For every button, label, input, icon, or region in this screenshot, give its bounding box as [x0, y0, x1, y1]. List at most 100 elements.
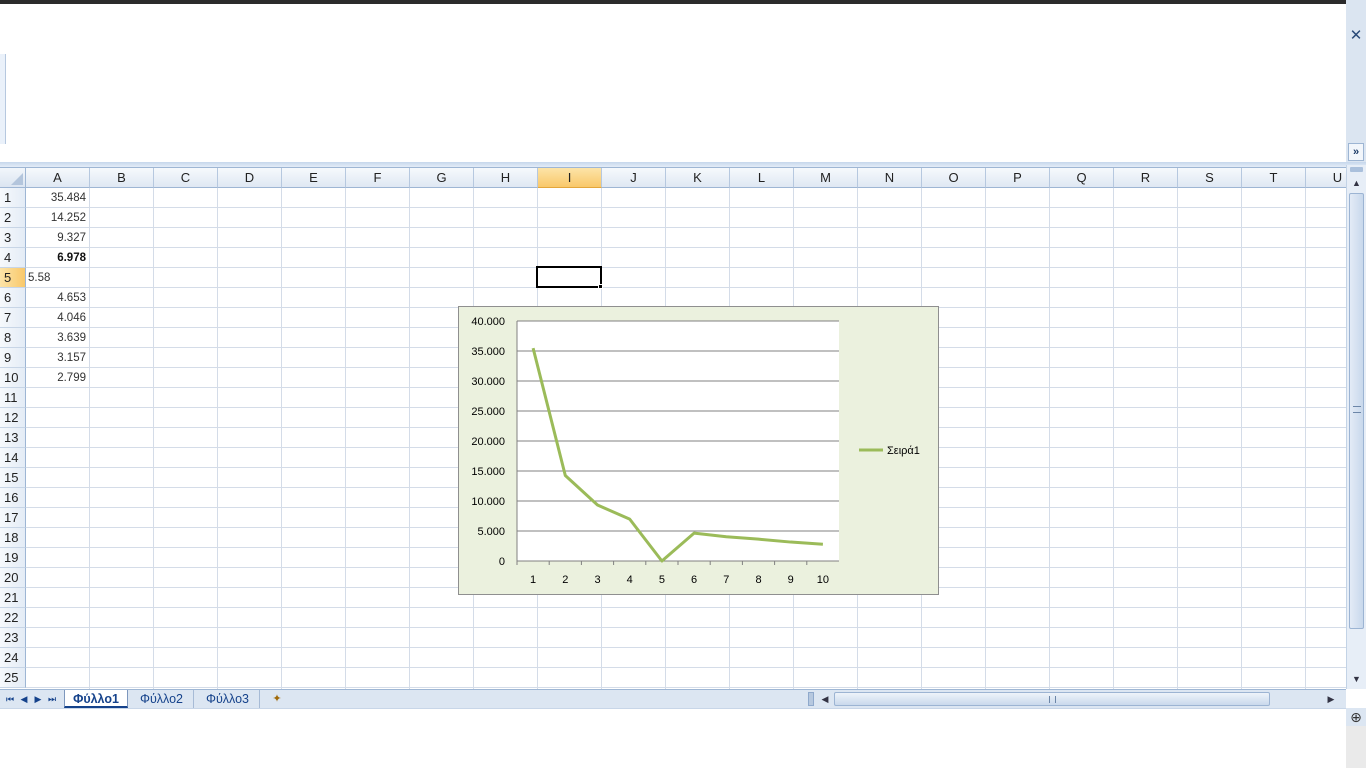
- column-header-T[interactable]: T: [1242, 168, 1306, 188]
- column-header-A[interactable]: A: [26, 168, 90, 188]
- column-header-G[interactable]: G: [410, 168, 474, 188]
- gridline-horizontal: [26, 607, 1346, 608]
- column-header-J[interactable]: J: [602, 168, 666, 188]
- cell-A10[interactable]: 2.799: [26, 368, 89, 388]
- line-chart[interactable]: 0 5.000 10.000 15.000 20.000 25.000 30.000 35.0…: [458, 306, 939, 595]
- gridline-horizontal: [26, 267, 1346, 268]
- row-header-1[interactable]: 1: [0, 188, 26, 208]
- gridline-vertical: [409, 188, 410, 689]
- row-header-11[interactable]: 11: [0, 388, 26, 408]
- gridline-vertical: [1305, 188, 1306, 689]
- gridline-vertical: [153, 188, 154, 689]
- row-header-24[interactable]: 24: [0, 648, 26, 668]
- row-header-9[interactable]: 9: [0, 348, 26, 368]
- horizontal-scroll-thumb[interactable]: [834, 692, 1270, 706]
- scroll-left-button[interactable]: ◀: [818, 691, 832, 707]
- row-header-2[interactable]: 2: [0, 208, 26, 228]
- row-header-3[interactable]: 3: [0, 228, 26, 248]
- cell-A9[interactable]: 3.157: [26, 348, 89, 368]
- column-header-C[interactable]: C: [154, 168, 218, 188]
- x-tick-label: 6: [691, 574, 697, 586]
- row-header-15[interactable]: 15: [0, 468, 26, 488]
- row-header-17[interactable]: 17: [0, 508, 26, 528]
- row-header-7[interactable]: 7: [0, 308, 26, 328]
- row-header-14[interactable]: 14: [0, 448, 26, 468]
- active-cell-I5[interactable]: [536, 266, 602, 288]
- row-header-16[interactable]: 16: [0, 488, 26, 508]
- column-header-K[interactable]: K: [666, 168, 730, 188]
- cell-A4[interactable]: 6.978: [26, 248, 89, 268]
- column-header-L[interactable]: L: [730, 168, 794, 188]
- select-all-button[interactable]: [0, 168, 26, 188]
- vertical-scroll-thumb[interactable]: [1349, 193, 1364, 629]
- column-header-I[interactable]: I: [538, 168, 602, 188]
- column-header-Q[interactable]: Q: [1050, 168, 1114, 188]
- column-header-F[interactable]: F: [346, 168, 410, 188]
- thumb-grip-icon: [1049, 696, 1056, 703]
- vertical-scrollbar[interactable]: ▲ ▼: [1346, 165, 1366, 689]
- vertical-split-box[interactable]: [1350, 167, 1363, 172]
- first-sheet-button[interactable]: ⏮: [4, 691, 16, 707]
- row-header-22[interactable]: 22: [0, 608, 26, 628]
- column-header-M[interactable]: M: [794, 168, 858, 188]
- y-tick-label: 5.000: [477, 526, 505, 538]
- prev-sheet-button[interactable]: ◀: [18, 691, 30, 707]
- row-header-18[interactable]: 18: [0, 528, 26, 548]
- column-header-R[interactable]: R: [1114, 168, 1178, 188]
- row-header-23[interactable]: 23: [0, 628, 26, 648]
- gridline-vertical: [281, 188, 282, 689]
- column-header-U[interactable]: U: [1306, 168, 1346, 188]
- cell-A6[interactable]: 4.653: [26, 288, 89, 308]
- cell-A8[interactable]: 3.639: [26, 328, 89, 348]
- cell-A7[interactable]: 4.046: [26, 308, 89, 328]
- row-header-20[interactable]: 20: [0, 568, 26, 588]
- zoom-in-icon[interactable]: ⊕: [1346, 708, 1366, 726]
- scroll-right-button[interactable]: ▶: [1324, 691, 1338, 707]
- sheet-tab-1[interactable]: Φύλλο1: [64, 690, 128, 708]
- x-tick-label: 2: [562, 574, 568, 586]
- sheet-tab-3[interactable]: Φύλλο3: [196, 690, 260, 708]
- insert-worksheet-icon[interactable]: ✦: [266, 691, 288, 707]
- row-header-21[interactable]: 21: [0, 588, 26, 608]
- x-tick-label: 3: [594, 574, 600, 586]
- sheet-tab-2[interactable]: Φύλλο2: [130, 690, 194, 708]
- row-header-6[interactable]: 6: [0, 288, 26, 308]
- column-header-H[interactable]: H: [474, 168, 538, 188]
- x-tick-label: 10: [817, 574, 829, 586]
- thumb-grip-icon: [1353, 406, 1361, 413]
- column-header-O[interactable]: O: [922, 168, 986, 188]
- gridline-horizontal: [26, 207, 1346, 208]
- cell-A3[interactable]: 9.327: [26, 228, 89, 248]
- column-header-S[interactable]: S: [1178, 168, 1242, 188]
- row-header-13[interactable]: 13: [0, 428, 26, 448]
- next-sheet-button[interactable]: ▶: [32, 691, 44, 707]
- column-header-N[interactable]: N: [858, 168, 922, 188]
- column-header-B[interactable]: B: [90, 168, 154, 188]
- gridline-vertical: [1049, 188, 1050, 689]
- row-header-25[interactable]: 25: [0, 668, 26, 688]
- row-header-5[interactable]: 5: [0, 268, 26, 288]
- last-sheet-button[interactable]: ⏭: [46, 691, 58, 707]
- horizontal-split-box[interactable]: [808, 692, 814, 706]
- y-tick-label: 40.000: [471, 316, 505, 328]
- row-header-8[interactable]: 8: [0, 328, 26, 348]
- fill-handle[interactable]: [598, 284, 603, 289]
- close-workbook-button[interactable]: ✕: [1348, 28, 1364, 44]
- row-header-10[interactable]: 10: [0, 368, 26, 388]
- scroll-down-button[interactable]: ▼: [1349, 671, 1364, 687]
- column-header-D[interactable]: D: [218, 168, 282, 188]
- scroll-up-button[interactable]: ▲: [1349, 175, 1364, 191]
- cell-A5[interactable]: 5.58: [28, 268, 148, 288]
- column-header-E[interactable]: E: [282, 168, 346, 188]
- gridline-horizontal: [26, 227, 1346, 228]
- expand-formula-bar-button[interactable]: »: [1348, 143, 1364, 161]
- ribbon-left-edge: [0, 54, 6, 144]
- cell-A2[interactable]: 14.252: [26, 208, 89, 228]
- gridline-vertical: [985, 188, 986, 689]
- cell-A1[interactable]: 35.484: [26, 188, 89, 208]
- row-header-12[interactable]: 12: [0, 408, 26, 428]
- column-header-P[interactable]: P: [986, 168, 1050, 188]
- gridline-vertical: [345, 188, 346, 689]
- row-header-4[interactable]: 4: [0, 248, 26, 268]
- row-header-19[interactable]: 19: [0, 548, 26, 568]
